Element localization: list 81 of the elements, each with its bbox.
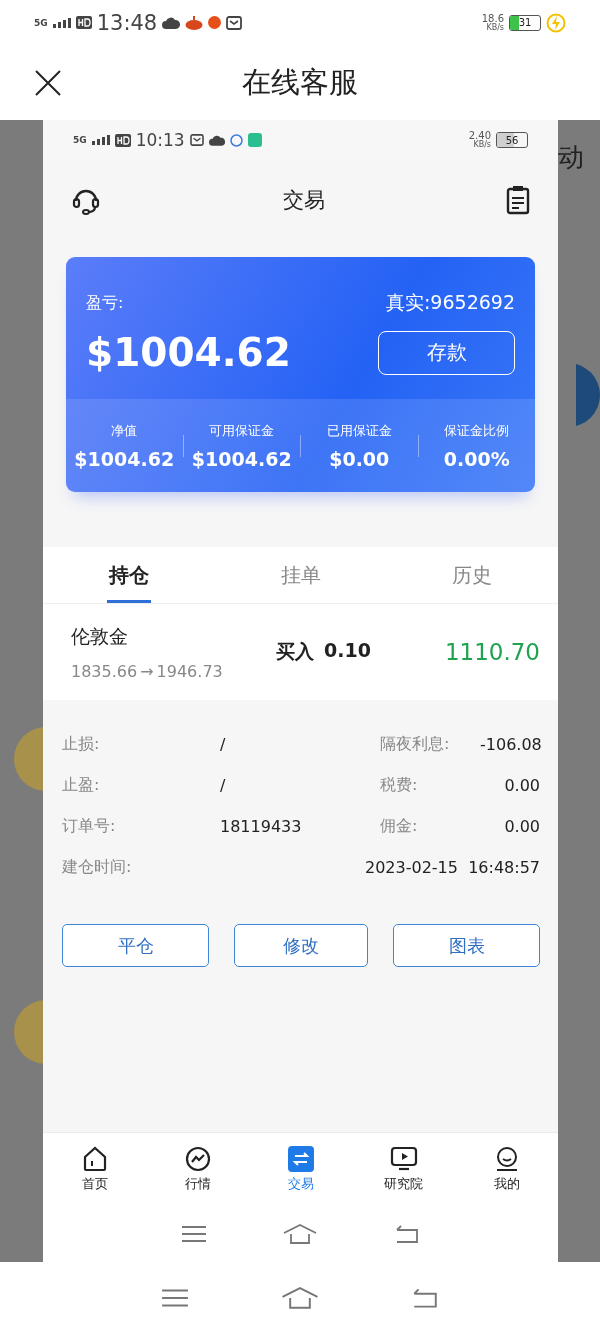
open-price: 1835.66	[71, 661, 138, 681]
stat-value: $0.00	[329, 447, 390, 470]
signal-icon	[52, 17, 71, 28]
swap-icon	[287, 1145, 314, 1172]
network-label: 5G	[73, 135, 87, 145]
battery-percent: 31	[517, 17, 533, 28]
mail-icon	[226, 15, 243, 30]
detail-value: /	[220, 735, 227, 754]
clipboard-icon[interactable]	[506, 185, 530, 215]
stat-value: $1004.62	[191, 447, 292, 470]
cloud-icon	[162, 16, 181, 29]
signal-icon	[91, 135, 110, 145]
profit-label: 盈亏:	[86, 292, 124, 314]
stat-label: 已用保证金	[326, 421, 392, 440]
hd-icon	[114, 133, 131, 147]
background-text: 动	[558, 141, 584, 174]
detail-value: 2023-02-15 16:48:57	[364, 858, 540, 877]
nav-item[interactable]: 研究院	[352, 1133, 455, 1205]
action-button[interactable]: 修改	[234, 924, 368, 967]
detail-label: 止损:	[62, 734, 101, 755]
stat-value: 0.00%	[443, 447, 510, 470]
app-icon	[229, 133, 243, 147]
net-speed: 2.40	[468, 131, 491, 141]
nav-item[interactable]: 我的	[455, 1133, 558, 1205]
battery-percent: 56	[504, 134, 520, 146]
detail-label: 订单号:	[62, 816, 117, 837]
close-icon[interactable]	[34, 69, 62, 97]
detail-value: 0.00	[503, 817, 540, 836]
cloud-icon	[208, 134, 225, 146]
app-icon	[247, 133, 262, 147]
clock-time: 10:13	[135, 130, 185, 150]
current-price: 1946.73	[156, 661, 223, 681]
back-icon[interactable]	[394, 1223, 421, 1244]
detail-label: 佣金:	[380, 816, 419, 837]
arrow-glyph: →	[140, 661, 154, 681]
menu-icon[interactable]	[180, 1224, 207, 1243]
speed-unit: KB/s	[486, 23, 504, 32]
home-icon[interactable]	[280, 1285, 320, 1310]
net-speed: 18.6	[481, 13, 504, 24]
stat-value: $1004.62	[74, 447, 175, 470]
speed-unit: KB/s	[473, 141, 491, 149]
menu-icon[interactable]	[160, 1287, 189, 1308]
back-icon[interactable]	[411, 1286, 440, 1309]
clock-time: 13:48	[96, 10, 158, 35]
detail-label: 隔夜利息:	[380, 734, 451, 755]
network-label: 5G	[34, 17, 48, 28]
detail-value: 18119433	[220, 817, 303, 836]
hd-icon	[75, 16, 92, 29]
profit-value: 1110.70	[444, 639, 540, 665]
trade-side: 买入	[276, 639, 314, 664]
action-button[interactable]: 图表	[393, 924, 540, 967]
tab[interactable]: 挂单	[214, 547, 387, 603]
mail-icon	[189, 134, 204, 146]
balance-amount: $1004.62	[86, 330, 291, 375]
symbol-name: 伦敦金	[71, 623, 129, 649]
video-icon	[389, 1145, 418, 1172]
app-icon	[208, 16, 222, 29]
screen-title: 交易	[282, 187, 325, 214]
stat-label: 保证金比例	[444, 421, 510, 440]
detail-label: 税费:	[380, 775, 419, 796]
nav-item[interactable]: 交易	[249, 1133, 352, 1205]
action-button[interactable]: 平仓	[62, 924, 209, 967]
nav-item[interactable]: 行情	[146, 1133, 249, 1205]
nav-item[interactable]: 首页	[43, 1133, 146, 1205]
chart-icon	[184, 1145, 211, 1172]
stat-label: 净值	[111, 421, 138, 440]
page-title: 在线客服	[242, 63, 358, 101]
account-number: 真实:9652692	[385, 290, 515, 315]
deposit-button[interactable]: 存款	[378, 330, 515, 375]
app-icon	[185, 15, 204, 30]
detail-label: 建仓时间:	[62, 857, 133, 878]
detail-label: 止盈:	[62, 775, 101, 796]
home-icon	[81, 1145, 108, 1172]
trade-volume: 0.10	[324, 639, 371, 663]
home-icon[interactable]	[282, 1222, 319, 1245]
tab[interactable]: 持仓	[43, 547, 215, 603]
tab[interactable]: 历史	[386, 547, 558, 603]
detail-value: -106.08	[480, 735, 542, 754]
detail-value: 0.00	[503, 776, 540, 795]
stat-label: 可用保证金	[209, 421, 275, 440]
detail-value: /	[220, 776, 227, 795]
